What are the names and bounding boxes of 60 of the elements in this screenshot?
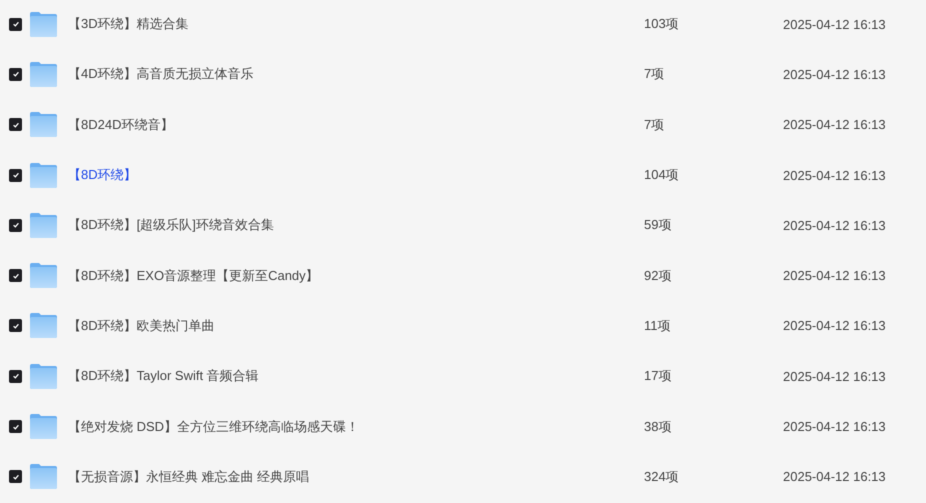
- item-count: 103项: [644, 15, 680, 34]
- folder-icon: [30, 162, 57, 188]
- checkmark-icon: [12, 372, 20, 380]
- folder-icon: [30, 212, 57, 238]
- checkbox[interactable]: [9, 218, 22, 232]
- item-count: 17项: [644, 367, 672, 386]
- folder-name[interactable]: 【8D环绕】[超级乐队]环绕音效合集: [68, 216, 644, 234]
- folder-name[interactable]: 【3D环绕】精选合集: [68, 15, 644, 34]
- item-count: 7项: [644, 65, 666, 84]
- item-count: 104项: [644, 166, 680, 184]
- item-count: 7项: [644, 116, 666, 134]
- folder-name[interactable]: 【8D24D环绕音】: [68, 116, 644, 134]
- checkmark-icon: [12, 422, 20, 431]
- folder-name[interactable]: 【8D环绕】: [68, 166, 644, 184]
- modified-date: 2025-04-12 16:13: [783, 16, 886, 32]
- folder-icon: [30, 62, 57, 87]
- modified-date: 2025-04-12 16:13: [783, 66, 886, 82]
- checkbox[interactable]: [9, 68, 22, 81]
- folder-icon: [30, 12, 57, 37]
- checkbox[interactable]: [9, 118, 22, 132]
- folder-icon: [30, 263, 57, 288]
- modified-date: 2025-04-12 16:13: [783, 117, 886, 132]
- modified-date: 2025-04-12 16:13: [783, 168, 886, 183]
- checkmark-icon: [12, 20, 20, 28]
- checkmark-icon: [12, 322, 20, 330]
- checkbox[interactable]: [9, 269, 22, 282]
- modified-date: 2025-04-12 16:13: [783, 368, 886, 384]
- modified-date: 2025-04-12 16:13: [783, 268, 886, 284]
- folder-name[interactable]: 【8D环绕】欧美热门单曲: [68, 316, 644, 335]
- modified-date: 2025-04-12 16:13: [783, 218, 886, 233]
- checkmark-icon: [12, 171, 20, 180]
- checkmark-icon: [12, 472, 20, 481]
- folder-name[interactable]: 【绝对发烧 DSD】全方位三维环绕高临场感天碟！: [68, 418, 644, 436]
- checkbox[interactable]: [9, 470, 22, 484]
- modified-date: 2025-04-12 16:13: [783, 469, 886, 484]
- folder-icon: [30, 414, 57, 440]
- checkbox[interactable]: [9, 168, 22, 182]
- modified-date: 2025-04-12 16:13: [783, 419, 886, 434]
- folder-name[interactable]: 【8D环绕】Taylor Swift 音频合辑: [68, 367, 644, 386]
- checkbox[interactable]: [9, 18, 22, 31]
- folder-icon: [30, 464, 57, 490]
- item-count: 11项: [644, 316, 672, 335]
- item-count: 38项: [644, 418, 672, 436]
- checkbox[interactable]: [9, 420, 22, 434]
- folder-name[interactable]: 【无损音源】永恒经典 难忘金曲 经典原唱: [68, 468, 644, 486]
- folder-name[interactable]: 【4D环绕】高音质无损立体音乐: [68, 65, 644, 84]
- checkmark-icon: [12, 272, 20, 280]
- checkmark-icon: [12, 221, 20, 230]
- modified-date: 2025-04-12 16:13: [783, 318, 886, 334]
- folder-icon: [30, 112, 57, 138]
- folder-name[interactable]: 【8D环绕】EXO音源整理【更新至Candy】: [68, 266, 644, 285]
- folder-icon: [30, 364, 57, 389]
- checkmark-icon: [12, 120, 20, 129]
- folder-icon: [30, 313, 57, 338]
- item-count: 92项: [644, 266, 672, 285]
- checkbox[interactable]: [9, 370, 22, 383]
- checkmark-icon: [12, 70, 20, 78]
- checkbox[interactable]: [9, 319, 22, 332]
- item-count: 59项: [644, 216, 672, 234]
- item-count: 324项: [644, 468, 680, 486]
